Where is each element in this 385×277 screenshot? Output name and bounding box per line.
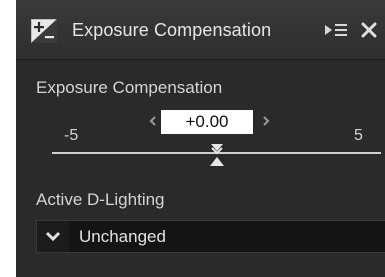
active-d-lighting-label: Active D-Lighting	[36, 190, 165, 209]
exposure-plus-minus-icon	[31, 19, 57, 43]
dropdown-selected-value: Unchanged	[79, 227, 166, 246]
increase-arrow-icon[interactable]	[259, 112, 273, 130]
panel-titlebar: Exposure Compensation	[16, 0, 385, 60]
slider-min-label: -5	[64, 127, 79, 144]
exposure-value-input[interactable]: +0.00	[161, 110, 253, 134]
chevron-down-icon[interactable]	[37, 221, 69, 252]
slider-max-label: 5	[354, 127, 363, 144]
exposure-compensation-panel: Exposure Compensation Exposure Compensat…	[16, 0, 385, 277]
active-d-lighting-dropdown[interactable]: Unchanged	[36, 220, 385, 253]
decrease-arrow-icon[interactable]	[146, 112, 160, 130]
panel-menu-icon[interactable]	[324, 20, 348, 40]
panel-title: Exposure Compensation	[72, 20, 272, 40]
close-icon[interactable]	[360, 21, 378, 39]
exposure-compensation-label: Exposure Compensation	[36, 78, 223, 97]
exposure-slider-thumb[interactable]	[208, 142, 226, 168]
